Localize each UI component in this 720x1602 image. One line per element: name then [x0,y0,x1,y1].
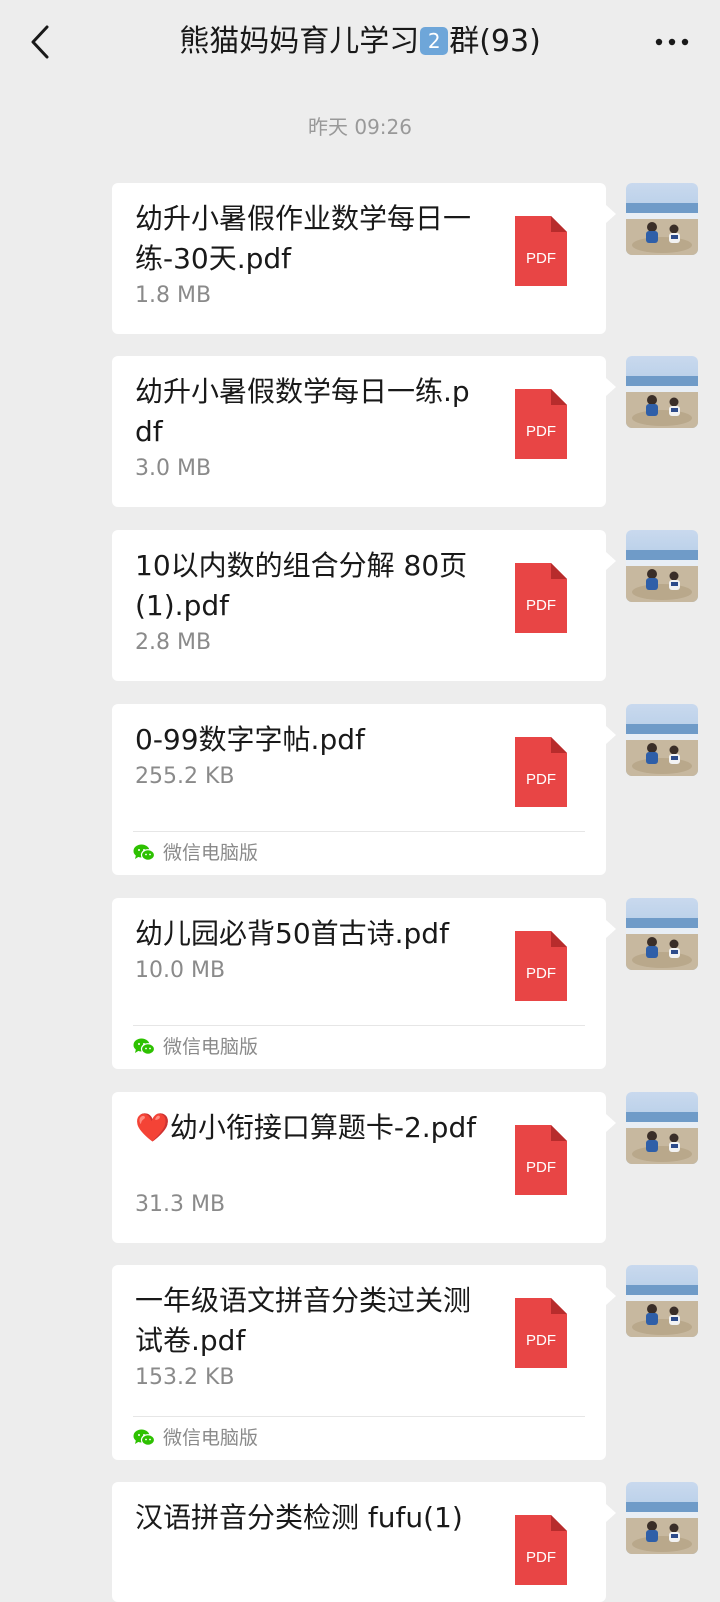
pdf-file-icon: PDF [515,389,567,459]
svg-text:PDF: PDF [526,250,556,267]
pdf-file-icon: PDF [515,216,567,286]
pdf-file-icon: PDF [515,931,567,1001]
svg-text:PDF: PDF [526,597,556,614]
file-name: 幼升小暑假数学每日一练.pdf [135,375,470,448]
file-message-bubble[interactable]: 幼升小暑假数学每日一练.pdf 3.0 MB PDF [112,356,616,507]
avatar-photo [626,704,698,776]
message-row: 汉语拼音分类检测 fufu(1) PDF [0,1482,720,1602]
pdf-file-icon-wrap: PDF [515,1125,567,1195]
message-source: 微信电脑版 [133,1035,258,1059]
svg-text:PDF: PDF [526,965,556,982]
chat-title-prefix: 熊猫妈妈育儿学习 [179,24,420,59]
message-source: 微信电脑版 [133,841,258,865]
file-message-bubble[interactable]: 汉语拼音分类检测 fufu(1) PDF [112,1482,616,1602]
avatar-photo [626,898,698,970]
message-source-label: 微信电脑版 [163,1036,259,1058]
file-message-bubble[interactable]: 0-99数字字帖.pdf 255.2 KB PDF 微信电脑版 [112,704,616,875]
wechat-icon [133,1038,155,1055]
avatar[interactable] [626,1482,698,1554]
file-message-bubble[interactable]: 一年级语文拼音分类过关测试卷.pdf 153.2 KB PDF 微信电脑版 [112,1265,616,1460]
message-source: 微信电脑版 [133,1426,258,1450]
avatar[interactable] [626,1265,698,1337]
file-size: 3.0 MB [135,456,212,481]
pdf-file-icon: PDF [515,1125,567,1195]
svg-text:PDF: PDF [526,1159,556,1176]
file-size: 2.8 MB [135,630,212,655]
avatar[interactable] [626,183,698,255]
avatar[interactable] [626,530,698,602]
pdf-file-icon-wrap: PDF [515,216,567,286]
keycap-number-badge: 2 [420,27,449,55]
message-timestamp: 昨天 09:26 [308,115,412,139]
message-source-label: 微信电脑版 [163,842,259,864]
more-icon [655,38,689,46]
svg-text:PDF: PDF [526,423,556,440]
divider [133,831,585,832]
file-name: 一年级语文拼音分类过关测试卷.pdf [135,1284,472,1357]
message-row: 幼升小暑假数学每日一练.pdf 3.0 MB PDF [0,356,720,507]
file-name: ❤️幼小衔接口算题卡-2.pdf [135,1111,477,1144]
file-size: 255.2 KB [135,764,235,789]
file-message-bubble[interactable]: ❤️幼小衔接口算题卡-2.pdf 31.3 MB PDF [112,1092,616,1243]
message-row: 0-99数字字帖.pdf 255.2 KB PDF 微信电脑版 [0,704,720,875]
pdf-file-icon: PDF [515,1515,567,1585]
message-row: 一年级语文拼音分类过关测试卷.pdf 153.2 KB PDF 微信电脑版 [0,1265,720,1460]
svg-text:PDF: PDF [526,771,556,788]
file-size: 10.0 MB [135,958,226,983]
pdf-file-icon-wrap: PDF [515,563,567,633]
pdf-file-icon: PDF [515,563,567,633]
file-name: 幼儿园必背50首古诗.pdf [135,917,449,950]
file-size: 153.2 KB [135,1365,235,1390]
avatar-photo [626,1265,698,1337]
divider [133,1416,585,1417]
avatar-photo [626,1482,698,1554]
message-row: 10以内数的组合分解 80页(1).pdf 2.8 MB PDF [0,530,720,681]
pdf-file-icon-wrap: PDF [515,1298,567,1368]
wechat-icon [133,1429,155,1446]
avatar-photo [626,183,698,255]
avatar[interactable] [626,1092,698,1164]
pdf-file-icon-wrap: PDF [515,931,567,1001]
message-row: 幼升小暑假作业数学每日一练-30天.pdf 1.8 MB PDF [0,183,720,334]
pdf-file-icon-wrap: PDF [515,389,567,459]
message-source-label: 微信电脑版 [163,1427,259,1449]
file-message-bubble[interactable]: 10以内数的组合分解 80页(1).pdf 2.8 MB PDF [112,530,616,681]
pdf-file-icon-wrap: PDF [515,1515,567,1585]
file-name: 幼升小暑假作业数学每日一练-30天.pdf [135,202,472,275]
avatar-photo [626,530,698,602]
pdf-file-icon: PDF [515,1298,567,1368]
avatar[interactable] [626,356,698,428]
avatar-photo [626,1092,698,1164]
file-name: 汉语拼音分类检测 fufu(1) [135,1501,463,1534]
message-row: ❤️幼小衔接口算题卡-2.pdf 31.3 MB PDF [0,1092,720,1243]
message-row: 幼儿园必背50首古诗.pdf 10.0 MB PDF 微信电脑版 [0,898,720,1069]
file-size: 1.8 MB [135,283,212,308]
file-size: 31.3 MB [135,1192,226,1217]
wechat-icon [133,844,155,861]
file-name: 10以内数的组合分解 80页(1).pdf [135,549,468,622]
pdf-file-icon: PDF [515,737,567,807]
pdf-file-icon-wrap: PDF [515,737,567,807]
svg-text:PDF: PDF [526,1549,556,1566]
more-options-button[interactable] [650,24,694,60]
chat-title-suffix: 群(93) [449,24,541,59]
chat-header: 熊猫妈妈育儿学习 2 群(93) [0,0,720,84]
file-message-bubble[interactable]: 幼儿园必背50首古诗.pdf 10.0 MB PDF 微信电脑版 [112,898,616,1069]
avatar[interactable] [626,898,698,970]
file-name: 0-99数字字帖.pdf [135,723,365,756]
avatar-photo [626,356,698,428]
chat-title: 熊猫妈妈育儿学习 2 群(93) [0,22,720,62]
svg-text:PDF: PDF [526,1332,556,1349]
divider [133,1025,585,1026]
file-message-bubble[interactable]: 幼升小暑假作业数学每日一练-30天.pdf 1.8 MB PDF [112,183,616,334]
avatar[interactable] [626,704,698,776]
